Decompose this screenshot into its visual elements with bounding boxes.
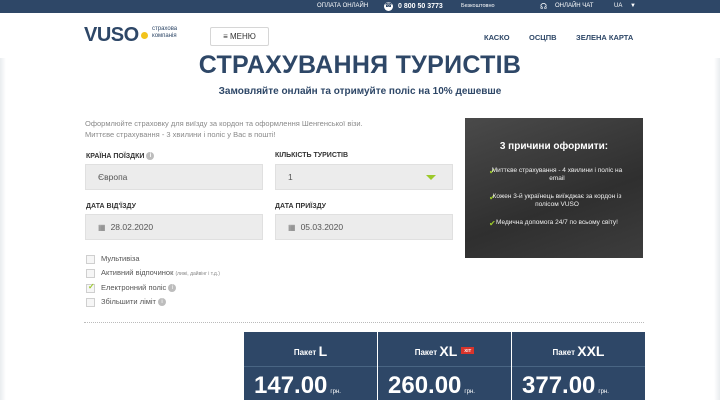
package-separator (512, 366, 645, 367)
calendar-icon: ▦ (288, 223, 296, 232)
price-currency: грн. (464, 389, 475, 395)
nav-green-card[interactable]: ЗЕЛЕНА КАРТА (576, 33, 633, 42)
active-rest-checkbox[interactable] (86, 268, 95, 278)
package-header: Пакет L (244, 332, 377, 366)
intro-line-2: Миттєве страхування - 3 хвилини і поліс … (85, 130, 276, 139)
logo[interactable]: VUSO (84, 24, 139, 47)
package-size: XL (439, 343, 458, 359)
hit-badge: ХІТ (461, 347, 475, 354)
reason-item: Кожен 3-й українець виїжджає за кордон і… (492, 193, 622, 208)
package-name: Пакет L (294, 343, 327, 359)
info-icon[interactable]: i (168, 284, 177, 293)
headset-icon: ☊ (540, 2, 548, 11)
divider (84, 322, 644, 323)
arrive-date-field[interactable]: ▦ 05.03.2020 (275, 214, 453, 240)
package-prefix: Пакет (414, 348, 438, 357)
package-prefix: Пакет (293, 348, 317, 357)
page-subtitle: Замовляйте онлайн та отримуйте поліс на … (218, 86, 502, 97)
reason-item: Миттєве страхування - 4 хвилини і поліс … (491, 167, 623, 182)
country-label: КРАЇНА ПОЇЗДКИ i (86, 152, 155, 160)
online-chat-link[interactable]: ОНЛАЙН ЧАТ (555, 0, 593, 13)
logo-dot-icon (141, 32, 148, 39)
price-value: 260.00 (388, 372, 462, 399)
package-header: Пакет XXL (512, 332, 645, 366)
info-icon[interactable]: i (146, 152, 155, 160)
calendar-icon: ▦ (98, 223, 106, 232)
depart-date-label: ДАТА ВІД'ЇЗДУ (86, 203, 136, 210)
nav-kasko[interactable]: КАСКО (484, 33, 510, 42)
pay-online-link[interactable]: ОПЛАТА ОНЛАЙН (317, 0, 368, 13)
package-size: XXL (577, 343, 605, 359)
option-note: (лижі, дайвінг і т.д.) (175, 271, 220, 277)
nav-osago[interactable]: ОСЦПВ (529, 33, 557, 42)
package-xl[interactable]: Пакет XL ХІТ 260.00 грн. (378, 332, 511, 400)
page-title: СТРАХУВАННЯ ТУРИСТІВ (198, 51, 522, 79)
intro-line-1: Оформлюйте страховку для виїзду за кордо… (85, 119, 363, 128)
depart-date-value: 28.02.2020 (110, 222, 154, 232)
reason-item: Медична допомога 24/7 по всьому світу! (496, 219, 618, 226)
country-label-text: КРАЇНА ПОЇЗДКИ (86, 152, 145, 160)
arrive-date-value: 05.03.2020 (300, 222, 344, 232)
package-price: 377.00 грн. (522, 372, 609, 400)
package-l[interactable]: Пакет L 147.00 грн. (244, 332, 377, 400)
reasons-title: 3 причини оформити: (499, 141, 609, 152)
option-e-policy: ✓ Електронний поліс i (86, 281, 177, 293)
option-label: Електронний поліс (101, 283, 167, 292)
right-margin (714, 58, 720, 400)
price-value: 147.00 (254, 372, 328, 399)
depart-date-field[interactable]: ▦ 28.02.2020 (85, 214, 263, 240)
price-value: 377.00 (522, 372, 596, 399)
price-currency: грн. (598, 389, 609, 395)
chevron-down-icon[interactable]: ▼ (630, 0, 636, 13)
top-bar: ОПЛАТА ОНЛАЙН ☎ 0 800 50 3773 Безкоштовн… (0, 0, 720, 13)
reasons-panel: 3 причини оформити: ✔ Миттєве страхуванн… (465, 118, 643, 258)
phone-number-link[interactable]: 0 800 50 3773 (398, 0, 443, 13)
phone-icon: ☎ (384, 2, 393, 11)
menu-button[interactable]: ≡ МЕНЮ (210, 27, 269, 46)
option-active-rest: Активний відпочинок (лижі, дайвінг і т.д… (86, 268, 220, 278)
tourists-value: 1 (288, 172, 293, 182)
intro-text: Оформлюйте страховку для виїзду за кордо… (85, 118, 405, 140)
package-prefix: Пакет (552, 348, 575, 357)
option-label: Активний відпочинок (101, 268, 174, 277)
tourists-select[interactable]: 1 (275, 164, 453, 190)
tourists-label: КІЛЬКІСТЬ ТУРИСТІВ (275, 152, 348, 159)
info-icon[interactable]: i (158, 298, 166, 307)
package-header: Пакет XL ХІТ (378, 332, 511, 366)
arrive-date-label: ДАТА ПРИЇЗДУ (275, 203, 327, 210)
country-field[interactable]: Європа (85, 164, 263, 190)
chevron-down-icon[interactable] (426, 175, 436, 180)
package-separator (244, 366, 377, 367)
option-multivisa: Мультивіза (86, 254, 140, 264)
option-increase-limit: Збільшити ліміт i (86, 297, 166, 307)
increase-limit-checkbox[interactable] (86, 297, 95, 307)
package-price: 147.00 грн. (254, 372, 341, 400)
check-icon: ✓ (88, 281, 95, 291)
package-separator (378, 366, 511, 367)
package-name: Пакет XL ХІТ (415, 343, 475, 359)
language-select[interactable]: UA (614, 0, 622, 13)
e-policy-checkbox[interactable]: ✓ (86, 281, 95, 293)
option-label: Збільшити ліміт (101, 297, 156, 306)
left-margin (0, 58, 6, 400)
logo-subtitle: страхова компанія (152, 26, 178, 39)
price-currency: грн. (330, 389, 341, 395)
option-label: Мультивіза (101, 254, 140, 263)
package-price: 260.00 грн. (388, 372, 475, 400)
multivisa-checkbox[interactable] (86, 254, 95, 264)
package-size: L (318, 343, 328, 359)
package-xxl[interactable]: Пакет XXL 377.00 грн. (512, 332, 645, 400)
phone-note: Безкоштовно (461, 3, 495, 9)
package-name: Пакет XXL (553, 343, 605, 359)
